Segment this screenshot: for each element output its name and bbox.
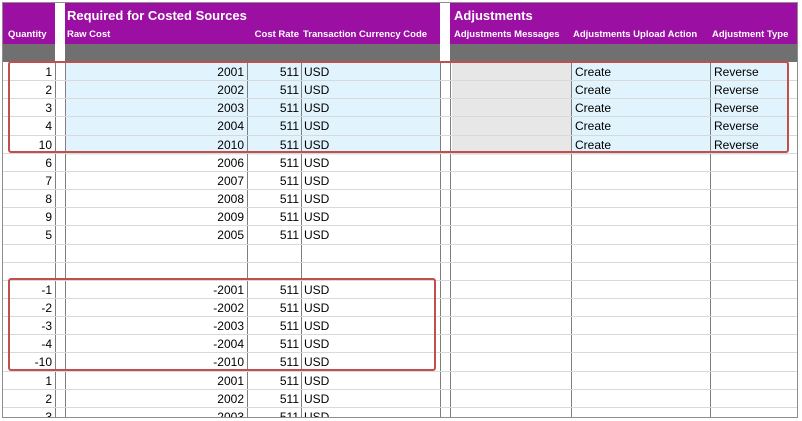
cell-currency[interactable]: [304, 245, 434, 263]
cell-cost-rate[interactable]: 511: [248, 190, 299, 208]
cell-quantity[interactable]: 8: [3, 190, 52, 208]
cell-cost-rate[interactable]: 511: [248, 390, 299, 408]
column-header-raw-cost[interactable]: Raw Cost: [67, 29, 110, 40]
cell-adjustment-type[interactable]: [714, 154, 794, 172]
cell-raw-cost[interactable]: 2009: [66, 208, 244, 226]
cell-raw-cost[interactable]: 2005: [66, 226, 244, 244]
cell-upload-action[interactable]: [575, 245, 705, 263]
cell-upload-action[interactable]: [575, 390, 705, 408]
cell-currency[interactable]: USD: [304, 154, 434, 172]
column-header-quantity[interactable]: Quantity: [8, 29, 47, 40]
cell-quantity[interactable]: 7: [3, 172, 52, 190]
cell-raw-cost[interactable]: 2008: [66, 190, 244, 208]
cell-adjustment-type[interactable]: [714, 335, 794, 353]
header-gap: [55, 3, 65, 63]
cell-upload-action[interactable]: [575, 317, 705, 335]
column-header-adjustments-messages[interactable]: Adjustments Messages: [454, 29, 560, 40]
cell-cost-rate[interactable]: 511: [248, 226, 299, 244]
cell-adjustment-type[interactable]: [714, 408, 794, 417]
cell-currency[interactable]: USD: [304, 390, 434, 408]
cell-quantity[interactable]: 9: [3, 208, 52, 226]
cell-raw-cost[interactable]: [66, 245, 244, 263]
cell-adjustment-type[interactable]: [714, 317, 794, 335]
header-gap: [440, 3, 450, 63]
cell-upload-action[interactable]: [575, 335, 705, 353]
cell-currency[interactable]: USD: [304, 190, 434, 208]
cell-raw-cost[interactable]: 2006: [66, 154, 244, 172]
cell-upload-action[interactable]: [575, 281, 705, 299]
cell-cost-rate[interactable]: 511: [248, 408, 299, 417]
column-header-transaction-currency-code[interactable]: Transaction Currency Code: [303, 29, 427, 40]
cell-upload-action[interactable]: [575, 353, 705, 371]
cell-upload-action[interactable]: [575, 154, 705, 172]
cell-cost-rate[interactable]: 511: [248, 208, 299, 226]
cell-adjustment-type[interactable]: [714, 299, 794, 317]
column-header-adjustment-type[interactable]: Adjustment Type: [712, 29, 788, 40]
section-title-costed-sources: Required for Costed Sources: [67, 8, 247, 23]
cell-quantity[interactable]: 6: [3, 154, 52, 172]
cell-cost-rate[interactable]: 511: [248, 372, 299, 390]
cell-adjustment-type[interactable]: [714, 208, 794, 226]
cell-raw-cost[interactable]: 2001: [66, 372, 244, 390]
cell-adjustment-type[interactable]: [714, 172, 794, 190]
cell-adjustment-type[interactable]: [714, 190, 794, 208]
cell-raw-cost[interactable]: 2003: [66, 408, 244, 417]
cell-upload-action[interactable]: [575, 190, 705, 208]
header-gray-strip: [3, 44, 797, 62]
cell-raw-cost[interactable]: 2002: [66, 390, 244, 408]
cell-cost-rate[interactable]: 511: [248, 154, 299, 172]
cell-upload-action[interactable]: [575, 408, 705, 417]
cell-adjustment-type[interactable]: [714, 353, 794, 371]
column-header-adjustments-upload-action[interactable]: Adjustments Upload Action: [573, 29, 697, 40]
cell-adjustment-type[interactable]: [714, 226, 794, 244]
cell-currency[interactable]: USD: [304, 172, 434, 190]
callout-box-negative-entries: [8, 278, 436, 371]
cell-upload-action[interactable]: [575, 172, 705, 190]
cell-quantity[interactable]: 3: [3, 408, 52, 417]
callout-box-created-reversals: [8, 61, 789, 153]
cell-adjustment-type[interactable]: [714, 281, 794, 299]
cell-cost-rate[interactable]: 511: [248, 172, 299, 190]
cell-adjustment-type[interactable]: [714, 263, 794, 281]
cell-upload-action[interactable]: [575, 372, 705, 390]
cell-upload-action[interactable]: [575, 208, 705, 226]
cell-quantity[interactable]: 5: [3, 226, 52, 244]
cell-adjustment-type[interactable]: [714, 390, 794, 408]
spreadsheet-frame: Required for Costed Sources Adjustments …: [2, 2, 798, 418]
cell-currency[interactable]: USD: [304, 372, 434, 390]
cell-cost-rate[interactable]: [248, 245, 299, 263]
cell-quantity[interactable]: [3, 245, 52, 263]
column-header-cost-rate[interactable]: Cost Rate: [247, 29, 299, 40]
cell-currency[interactable]: USD: [304, 208, 434, 226]
cell-currency[interactable]: USD: [304, 226, 434, 244]
cell-adjustment-type[interactable]: [714, 372, 794, 390]
cell-adjustment-type[interactable]: [714, 245, 794, 263]
section-title-adjustments: Adjustments: [454, 8, 533, 23]
cell-upload-action[interactable]: [575, 226, 705, 244]
cell-upload-action[interactable]: [575, 299, 705, 317]
cell-currency[interactable]: USD: [304, 408, 434, 417]
cell-upload-action[interactable]: [575, 263, 705, 281]
cell-quantity[interactable]: 2: [3, 390, 52, 408]
cell-raw-cost[interactable]: 2007: [66, 172, 244, 190]
cell-quantity[interactable]: 1: [3, 372, 52, 390]
